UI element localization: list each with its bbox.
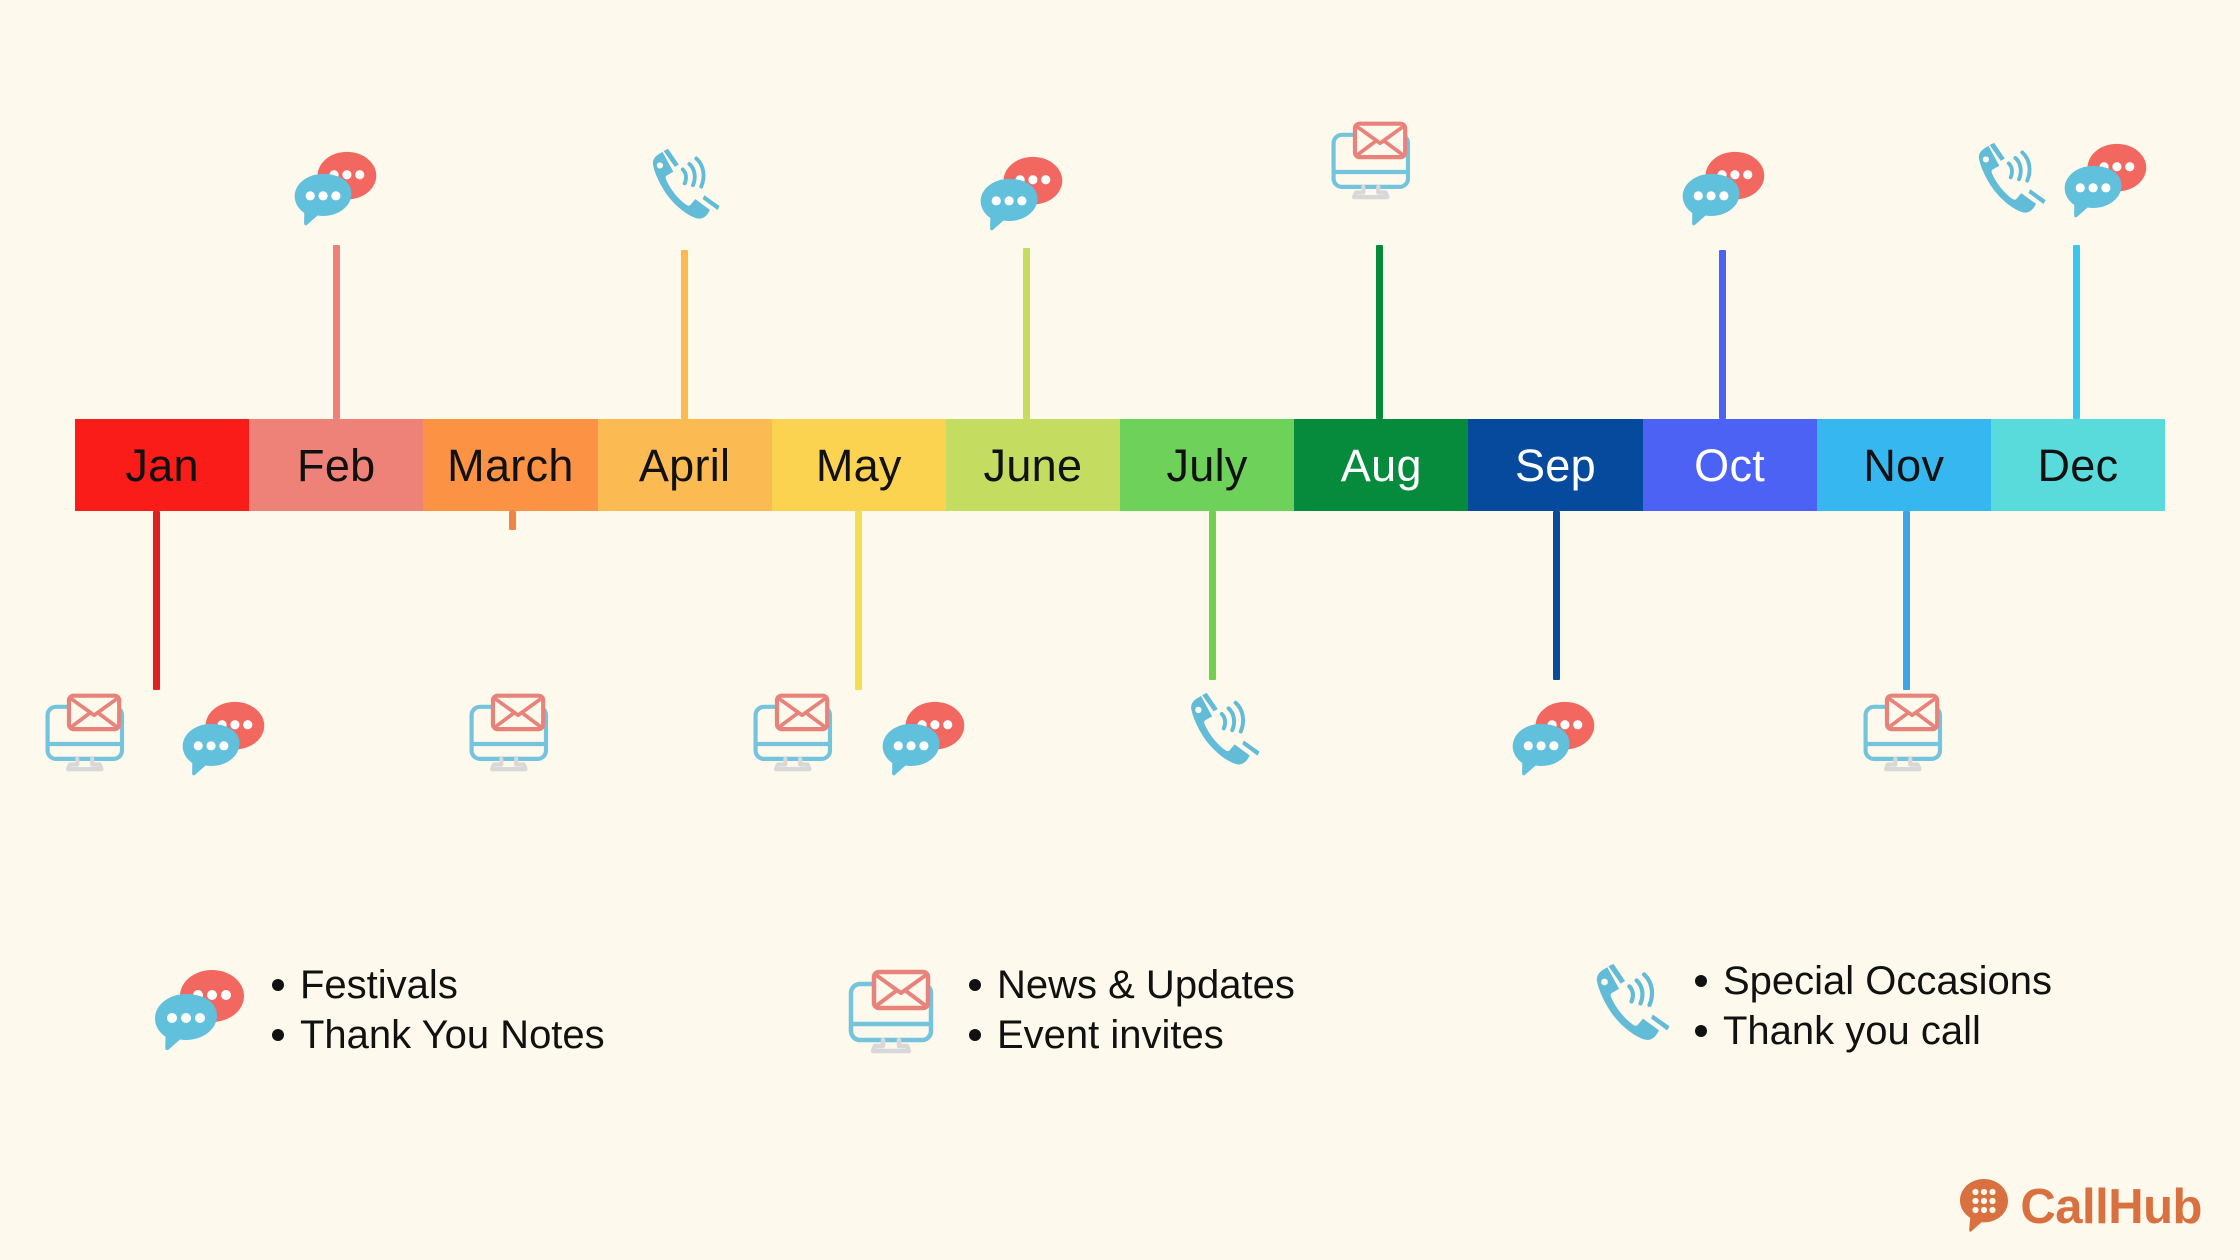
legend-group-1: Festivals Thank You Notes xyxy=(150,960,605,1060)
stem-above-april xyxy=(680,250,688,419)
phone-call-icon xyxy=(1585,963,1671,1049)
stem-below-sep xyxy=(1552,511,1560,680)
legend-list-item: News & Updates xyxy=(997,960,1295,1010)
chat-bubbles-icon xyxy=(976,155,1066,232)
month-label: Oct xyxy=(1694,439,1766,491)
chat-bubbles-icon xyxy=(1508,700,1598,777)
month-timeline-bar: Jan Feb March April May June July Aug Sep Oct Nov D… xyxy=(75,419,2166,511)
stem-below-nov xyxy=(1902,511,1910,690)
month-label: Aug xyxy=(1340,439,1422,491)
month-label: Dec xyxy=(2037,439,2119,491)
month-cell-dec: Dec xyxy=(1990,419,2166,511)
email-monitor-icon xyxy=(466,690,559,772)
legend-group-3: Special Occasions Thank you call xyxy=(1585,956,2052,1056)
month-cell-june: June xyxy=(945,419,1121,511)
callhub-dialpad-bubble-icon xyxy=(1958,1177,2010,1238)
callhub-wordmark: CallHub xyxy=(2020,1180,2202,1234)
chat-bubbles-icon xyxy=(878,700,968,777)
stem-above-aug xyxy=(1375,245,1383,419)
legend-item-list: News & Updates Event invites xyxy=(963,960,1295,1060)
stem-below-march xyxy=(508,511,516,530)
stem-below-may xyxy=(854,511,862,690)
chat-bubbles-icon xyxy=(290,150,380,227)
email-monitor-icon xyxy=(750,690,843,772)
month-cell-july: July xyxy=(1120,419,1295,511)
email-monitor-icon xyxy=(42,690,135,772)
legend-list-item: Festivals xyxy=(300,960,605,1010)
month-label: Jan xyxy=(125,439,199,491)
chat-bubbles-icon xyxy=(150,968,248,1052)
month-label: March xyxy=(447,439,574,491)
chat-bubbles-icon xyxy=(1678,150,1768,227)
legend-list-item: Event invites xyxy=(997,1010,1295,1060)
month-cell-nov: Nov xyxy=(1816,419,1991,511)
legend: Festivals Thank You Notes News & Updates E… xyxy=(0,960,2240,1140)
phone-call-icon xyxy=(1968,142,2047,221)
email-monitor-icon xyxy=(1860,690,1953,772)
email-monitor-icon xyxy=(845,966,945,1054)
phone-call-icon xyxy=(642,148,721,227)
legend-item-list: Festivals Thank You Notes xyxy=(266,960,605,1060)
chat-bubbles-icon xyxy=(178,700,268,777)
month-cell-march: March xyxy=(423,419,598,511)
month-label: June xyxy=(983,439,1083,491)
legend-list-item: Thank you call xyxy=(1723,1006,2052,1056)
month-cell-april: April xyxy=(597,419,772,511)
month-cell-may: May xyxy=(771,419,946,511)
month-cell-oct: Oct xyxy=(1642,419,1817,511)
stem-above-dec xyxy=(2072,245,2080,419)
month-label: Nov xyxy=(1863,439,1945,491)
month-label: July xyxy=(1166,439,1248,491)
stem-above-oct xyxy=(1718,250,1726,419)
month-cell-feb: Feb xyxy=(249,419,424,511)
email-monitor-icon xyxy=(1328,118,1421,200)
callhub-logo: CallHub xyxy=(1958,1177,2202,1238)
month-label: Feb xyxy=(297,439,376,491)
infographic-canvas: Jan Feb March April May June July Aug Sep Oct Nov D… xyxy=(0,0,2240,1260)
legend-group-2: News & Updates Event invites xyxy=(845,960,1295,1060)
chat-bubbles-icon xyxy=(2060,142,2150,219)
legend-list-item: Special Occasions xyxy=(1723,956,2052,1006)
month-label: April xyxy=(638,439,731,491)
stem-above-june xyxy=(1022,248,1030,419)
stem-above-feb xyxy=(332,245,340,419)
month-cell-aug: Aug xyxy=(1294,419,1469,511)
month-cell-jan: Jan xyxy=(75,419,250,511)
legend-list-item: Thank You Notes xyxy=(300,1010,605,1060)
month-cell-sep: Sep xyxy=(1468,419,1643,511)
month-label: Sep xyxy=(1514,439,1596,491)
phone-call-icon xyxy=(1180,692,1261,773)
legend-item-list: Special Occasions Thank you call xyxy=(1689,956,2052,1056)
month-label: May xyxy=(815,439,902,491)
stem-below-july xyxy=(1208,511,1216,680)
stem-below-jan xyxy=(152,511,160,690)
